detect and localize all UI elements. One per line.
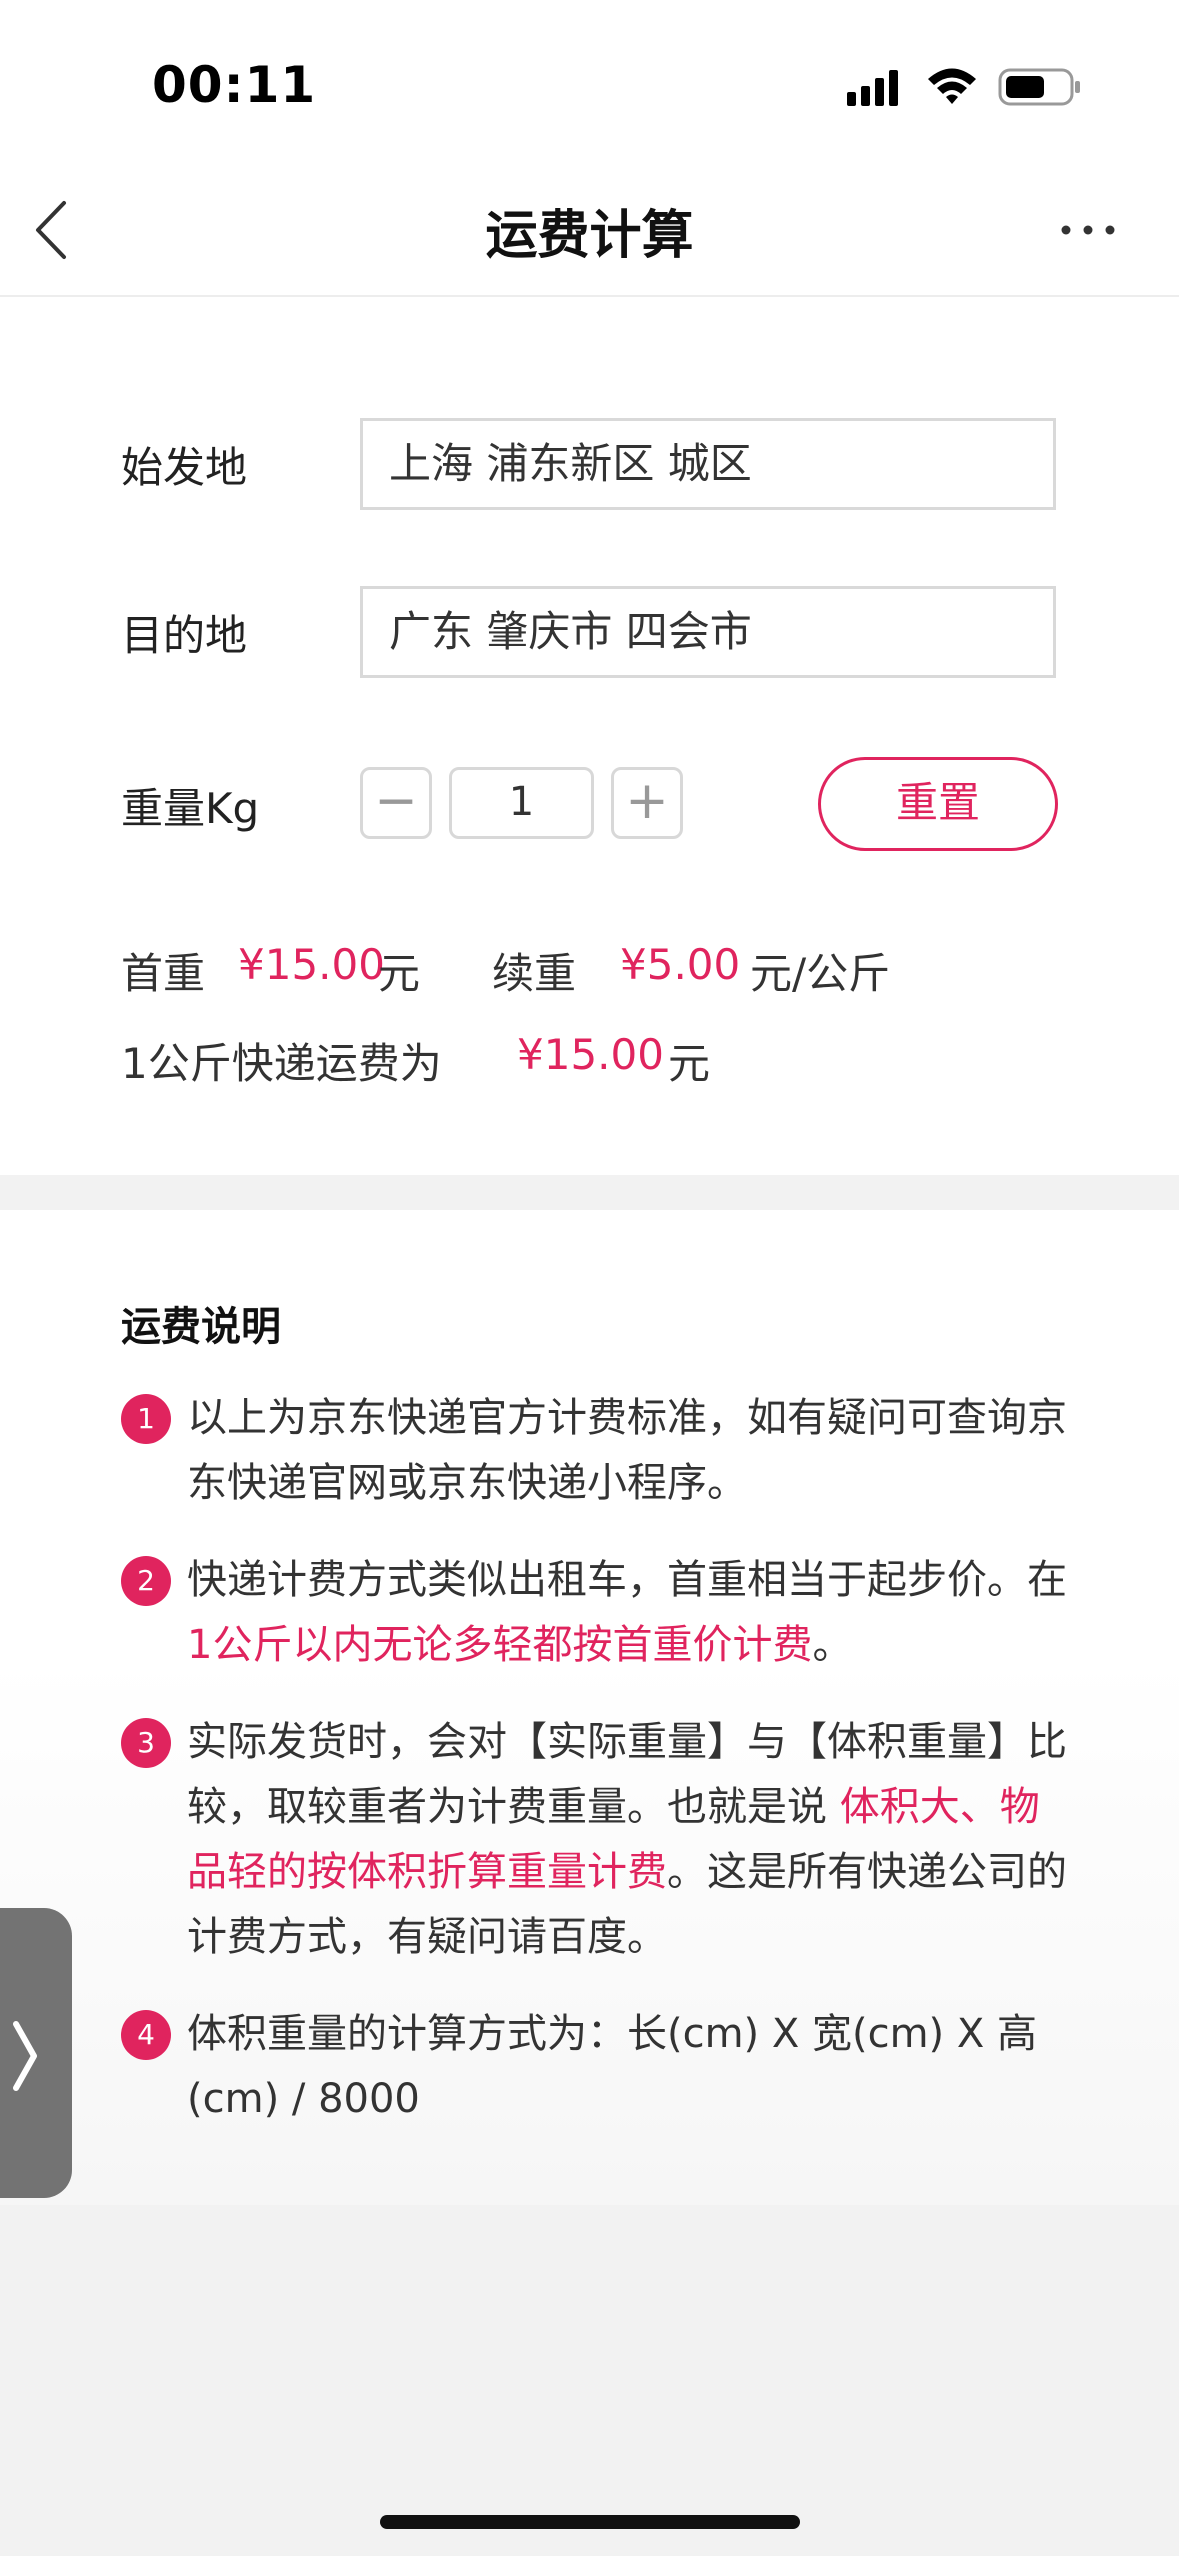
freight-explanation-panel: 运费说明 1 以上为京东快递官方计费标准，如有疑问可查询京东快递官网或京东快递小… (0, 1210, 1179, 2205)
destination-label: 目的地 (121, 611, 248, 660)
explanation-title: 运费说明 (121, 1304, 281, 1350)
explanation-text: 以上为京东快递官方计费标准，如有疑问可查询京东快递官网或京东快递小程序。 (187, 1395, 1067, 1506)
status-time: 00:11 (152, 56, 317, 114)
total-price: ¥15.00 (517, 1030, 664, 1079)
explanation-text: 体积重量的计算方式为：长(cm) X 宽(cm) X 高(cm) / 8000 (187, 2011, 1037, 2122)
first-weight-price: ¥15.00 (238, 940, 385, 989)
destination-field[interactable]: 广东 肇庆市 四会市 (360, 586, 1056, 678)
number-badge: 4 (121, 2010, 171, 2060)
explanation-text: 实际发货时，会对【实际重量】与【体积重量】比较，取较重者为计费重量。也就是说 体… (187, 1710, 1067, 1970)
weight-label: 重量Kg (121, 784, 260, 833)
first-weight-unit: 元 (378, 949, 421, 998)
number-badge: 3 (121, 1718, 171, 1768)
explanation-text-part: 。 (812, 1622, 853, 1668)
cellular-signal-icon (847, 70, 898, 106)
nav-bar: 运费计算 (0, 165, 1179, 297)
explanation-text-part: 快递计费方式类似出租车，首重相当于起步价。在 (187, 1557, 1067, 1603)
extra-weight-price: ¥5.00 (620, 940, 741, 989)
reset-button[interactable]: 重置 (818, 757, 1058, 851)
explanation-text: 快递计费方式类似出租车，首重相当于起步价。在 1公斤以内无论多轻都按首重价计费。 (187, 1548, 1067, 1678)
number-badge: 1 (121, 1394, 171, 1444)
weight-increment-button[interactable]: + (611, 767, 683, 839)
more-dots-icon[interactable] (1058, 210, 1118, 250)
weight-decrement-button[interactable]: − (360, 767, 432, 839)
side-drawer-tab[interactable] (0, 1908, 72, 2198)
page-title: 运费计算 (485, 206, 694, 266)
chevron-right-icon (13, 2021, 37, 2091)
freight-calculator-panel: 始发地 上海 浦东新区 城区 目的地 广东 肇庆市 四会市 重量Kg − 1 +… (0, 297, 1179, 1175)
wifi-icon (928, 68, 976, 104)
extra-weight-label: 续重 (492, 949, 577, 998)
weight-input[interactable]: 1 (449, 767, 594, 839)
origin-field[interactable]: 上海 浦东新区 城区 (360, 418, 1056, 510)
origin-label: 始发地 (121, 443, 248, 492)
status-bar: 00:11 (0, 0, 1179, 165)
first-weight-label: 首重 (121, 949, 206, 998)
home-indicator[interactable] (380, 2515, 800, 2529)
total-unit: 元 (668, 1039, 711, 1088)
explanation-highlight: 1公斤以内无论多轻都按首重价计费 (187, 1622, 813, 1668)
battery-icon (998, 68, 1080, 106)
number-badge: 2 (121, 1556, 171, 1606)
total-label: 1公斤快递运费为 (121, 1039, 442, 1088)
extra-weight-unit: 元/公斤 (750, 949, 891, 998)
